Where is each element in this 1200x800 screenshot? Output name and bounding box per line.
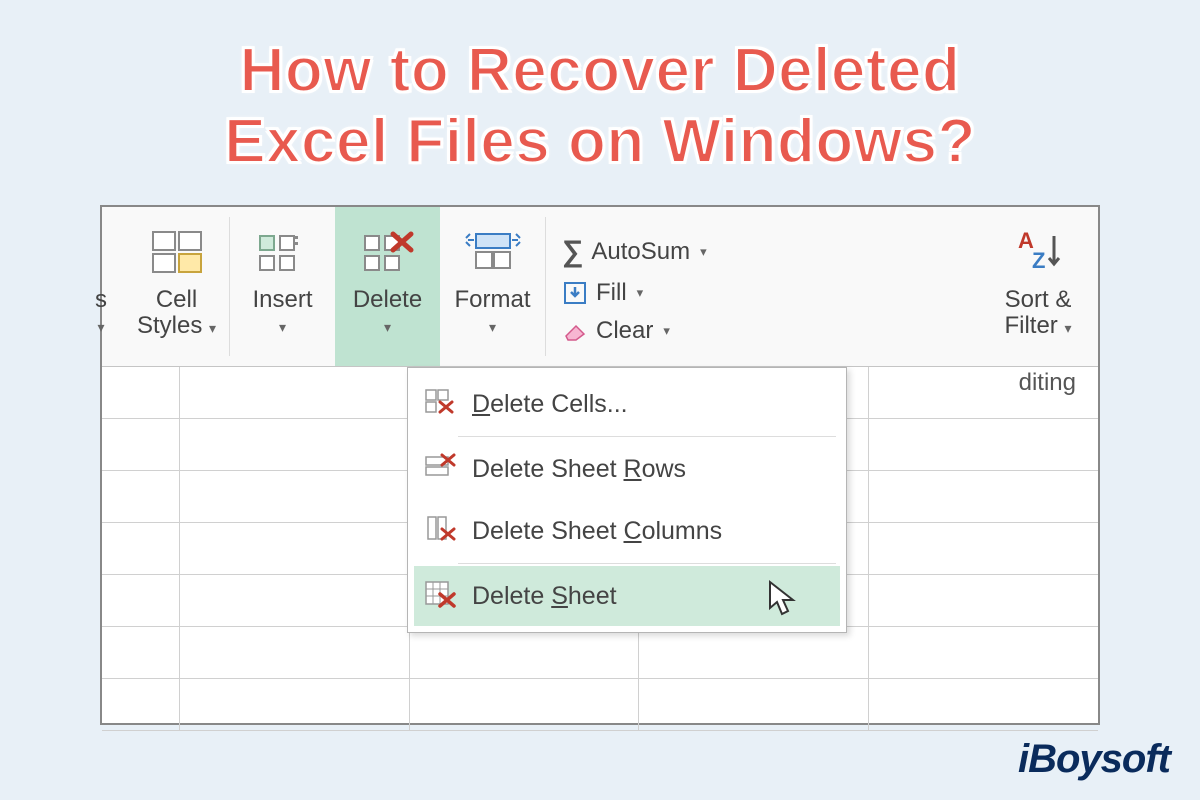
- chevron-down-icon: ▾: [663, 323, 670, 339]
- page-title: How to Recover Deleted Excel Files on Wi…: [0, 0, 1200, 188]
- eraser-icon: [562, 320, 588, 342]
- autosum-button[interactable]: ∑ AutoSum ▾: [562, 235, 968, 269]
- menu-delete-columns[interactable]: Delete Sheet Columns: [414, 501, 840, 561]
- menu-delete-rows[interactable]: Delete Sheet Rows: [414, 439, 840, 499]
- cell-styles-icon: [151, 221, 203, 283]
- chevron-down-icon: ▾: [209, 320, 216, 336]
- mouse-cursor-icon: [766, 578, 800, 618]
- chevron-down-icon: ▾: [637, 285, 644, 301]
- insert-cells-icon: [254, 221, 312, 283]
- insert-button[interactable]: Insert ▾: [230, 207, 335, 366]
- chevron-down-icon: ▾: [384, 319, 391, 336]
- delete-rows-icon: [424, 453, 456, 485]
- chevron-down-icon: ▾: [279, 319, 286, 336]
- delete-cells-icon: [359, 221, 417, 283]
- editing-group: ∑ AutoSum ▾ Fill ▾: [546, 207, 978, 366]
- delete-columns-icon: [424, 515, 456, 547]
- brand-logo: iBoysoft: [1018, 737, 1170, 782]
- format-button[interactable]: Format ▾: [440, 207, 545, 366]
- format-cells-icon: [462, 221, 524, 283]
- chevron-down-icon: ▾: [1064, 320, 1071, 336]
- svg-text:Z: Z: [1032, 248, 1045, 273]
- sort-filter-button[interactable]: A Z Sort &Filter ▾: [978, 207, 1098, 366]
- menu-delete-cells[interactable]: Delete Cells...: [414, 374, 840, 434]
- excel-panel: s ▾ CellStyles ▾: [100, 205, 1100, 725]
- cell-styles-button[interactable]: CellStyles ▾: [124, 207, 229, 366]
- sigma-icon: ∑: [562, 235, 583, 269]
- clear-button[interactable]: Clear ▾: [562, 317, 968, 345]
- delete-sheet-icon: [424, 580, 456, 612]
- chevron-down-icon: ▾: [700, 244, 707, 260]
- fill-down-icon: [562, 280, 588, 306]
- sort-az-icon: A Z: [1014, 221, 1062, 283]
- ribbon: s ▾ CellStyles ▾: [102, 207, 1098, 367]
- fill-button[interactable]: Fill ▾: [562, 279, 968, 307]
- chevron-down-icon: ▾: [489, 319, 496, 336]
- delete-cells-icon: [424, 388, 456, 420]
- delete-dropdown-menu: Delete Cells... Delete Sheet Rows: [407, 367, 847, 633]
- menu-delete-sheet[interactable]: Delete Sheet: [414, 566, 840, 626]
- edge-cut-button[interactable]: s ▾: [84, 207, 124, 366]
- chevron-down-icon: ▾: [97, 319, 104, 336]
- delete-button[interactable]: Delete ▾: [335, 207, 440, 366]
